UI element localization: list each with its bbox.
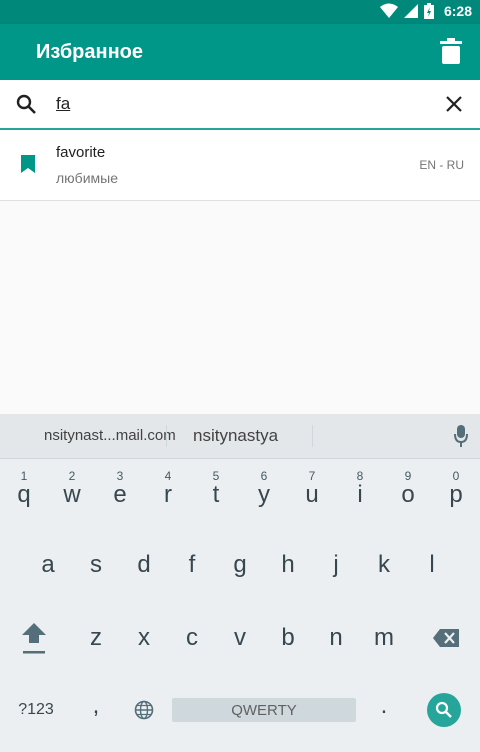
key-hint: 2: [68, 469, 76, 483]
app-bar: Избранное: [0, 24, 480, 80]
wifi-icon: [379, 3, 398, 18]
comma-key[interactable]: ,: [72, 682, 120, 730]
suggestion-2[interactable]: nsitynastya: [193, 426, 278, 446]
search-icon: [16, 94, 36, 114]
favorite-word: favorite: [56, 144, 106, 161]
backspace-key[interactable]: [422, 614, 470, 662]
status-icons: 6:28: [379, 3, 472, 19]
search-icon: [435, 701, 452, 718]
favorites-list: favorite любимые EN - RU: [0, 130, 480, 201]
key-a[interactable]: a: [24, 541, 72, 589]
keyboard-search-button[interactable]: [427, 693, 461, 727]
trash-icon: [440, 38, 462, 64]
key-label: u: [305, 481, 319, 508]
suggestion-divider: [312, 425, 313, 447]
key-hint: 6: [260, 469, 268, 483]
key-hint: 8: [356, 469, 364, 483]
key-y[interactable]: 6y: [240, 469, 288, 519]
key-r[interactable]: 4r: [144, 469, 192, 519]
key-e[interactable]: 3e: [96, 469, 144, 519]
bookmark-icon: [21, 155, 35, 173]
key-d[interactable]: d: [120, 541, 168, 589]
key-hint: 5: [212, 469, 220, 483]
key-v[interactable]: v: [216, 614, 264, 662]
key-n[interactable]: n: [312, 614, 360, 662]
close-icon[interactable]: [446, 96, 462, 112]
globe-icon: [134, 700, 154, 720]
language-pair: EN - RU: [419, 158, 464, 172]
soft-keyboard: nsitynast...mail.com nsitynastya 1q 2w 3…: [0, 414, 480, 752]
key-w[interactable]: 2w: [48, 469, 96, 519]
key-l[interactable]: l: [408, 541, 456, 589]
spacebar[interactable]: QWERTY: [172, 698, 356, 722]
page-title: Избранное: [36, 41, 144, 63]
key-p[interactable]: 0p: [432, 469, 480, 519]
key-label: r: [164, 481, 172, 508]
shift-icon: [22, 623, 46, 654]
suggestion-strip: nsitynast...mail.com nsitynastya: [0, 414, 480, 459]
search-bar: [0, 80, 480, 130]
key-f[interactable]: f: [168, 541, 216, 589]
key-hint: 7: [308, 469, 316, 483]
key-label: p: [449, 481, 463, 508]
key-m[interactable]: m: [360, 614, 408, 662]
battery-icon: [423, 3, 434, 19]
key-u[interactable]: 7u: [288, 469, 336, 519]
key-h[interactable]: h: [264, 541, 312, 589]
key-label: o: [401, 481, 415, 508]
key-label: q: [17, 481, 31, 508]
key-hint: 3: [116, 469, 124, 483]
key-hint: 4: [164, 469, 172, 483]
key-k[interactable]: k: [360, 541, 408, 589]
key-c[interactable]: c: [168, 614, 216, 662]
key-j[interactable]: j: [312, 541, 360, 589]
period-key[interactable]: .: [360, 682, 408, 730]
microphone-icon[interactable]: [454, 425, 468, 447]
key-label: t: [212, 481, 220, 508]
list-item[interactable]: favorite любимые EN - RU: [0, 130, 480, 201]
shift-key[interactable]: [10, 614, 58, 662]
language-key[interactable]: [120, 686, 168, 734]
key-label: i: [357, 481, 363, 508]
delete-button[interactable]: [440, 38, 464, 66]
search-input[interactable]: [56, 90, 416, 118]
key-label: w: [63, 481, 81, 508]
key-g[interactable]: g: [216, 541, 264, 589]
backspace-icon: [433, 629, 459, 647]
key-hint: 9: [404, 469, 412, 483]
symbols-key[interactable]: ?123: [12, 686, 60, 734]
key-hint: 1: [20, 469, 28, 483]
key-x[interactable]: x: [120, 614, 168, 662]
key-b[interactable]: b: [264, 614, 312, 662]
key-o[interactable]: 9o: [384, 469, 432, 519]
key-q[interactable]: 1q: [0, 469, 48, 519]
suggestion-1[interactable]: nsitynast...mail.com: [44, 427, 176, 444]
key-s[interactable]: s: [72, 541, 120, 589]
signal-icon: [403, 4, 418, 18]
status-bar: 6:28: [0, 0, 480, 24]
key-hint: 0: [452, 469, 460, 483]
key-label: y: [258, 481, 270, 508]
key-t[interactable]: 5t: [192, 469, 240, 519]
key-label: e: [113, 481, 127, 508]
key-z[interactable]: z: [72, 614, 120, 662]
suggestion-divider: [166, 425, 167, 447]
key-i[interactable]: 8i: [336, 469, 384, 519]
favorite-translation: любимые: [56, 170, 118, 186]
status-time: 6:28: [443, 3, 472, 19]
